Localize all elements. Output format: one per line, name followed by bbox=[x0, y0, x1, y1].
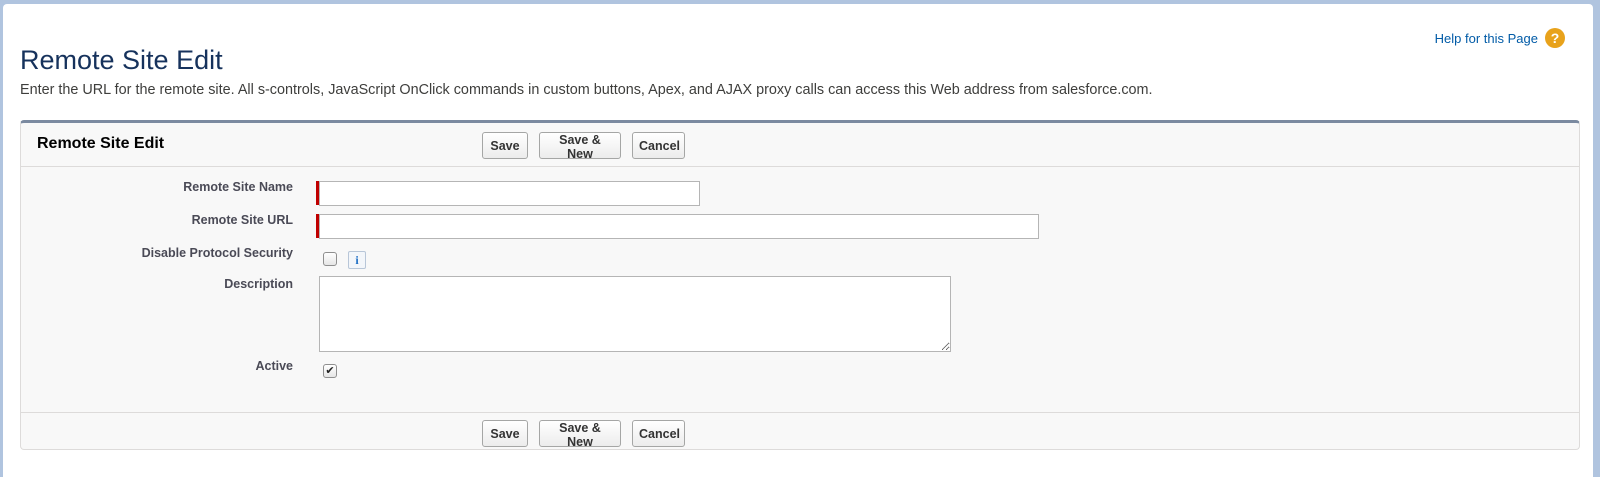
remote-site-name-label: Remote Site Name bbox=[183, 180, 293, 194]
remote-site-url-input[interactable] bbox=[319, 214, 1039, 239]
description-label: Description bbox=[224, 277, 293, 291]
remote-site-url-label: Remote Site URL bbox=[191, 213, 293, 227]
checkmark-icon: ✔ bbox=[325, 364, 335, 377]
cancel-button[interactable]: Cancel bbox=[632, 420, 685, 447]
active-checkbox[interactable]: ✔ bbox=[323, 364, 337, 378]
save-button[interactable]: Save bbox=[482, 420, 528, 447]
remote-site-edit-block: Remote Site Edit Save Save & New Cancel … bbox=[20, 120, 1580, 450]
disable-protocol-security-label: Disable Protocol Security bbox=[141, 246, 293, 260]
intro-text: Enter the URL for the remote site. All s… bbox=[20, 82, 1153, 98]
page: Remote Site Edit Help for this Page ? En… bbox=[3, 4, 1593, 477]
cancel-button[interactable]: Cancel bbox=[632, 132, 685, 159]
disable-protocol-security-checkbox[interactable] bbox=[323, 252, 337, 266]
save-and-new-button[interactable]: Save & New bbox=[539, 420, 621, 449]
block-title: Remote Site Edit bbox=[37, 135, 165, 152]
help-for-this-page-link[interactable]: Help for this Page bbox=[1435, 31, 1538, 46]
question-circle-icon[interactable]: ? bbox=[1545, 28, 1565, 48]
help-link-container[interactable]: Help for this Page ? bbox=[1435, 28, 1565, 48]
save-and-new-button[interactable]: Save & New bbox=[539, 132, 621, 161]
info-icon[interactable]: i bbox=[348, 251, 366, 269]
active-label: Active bbox=[255, 359, 293, 373]
remote-site-name-input[interactable] bbox=[319, 181, 700, 206]
page-title: Remote Site Edit bbox=[20, 45, 223, 76]
block-header: Remote Site Edit Save Save & New Cancel bbox=[21, 123, 1579, 167]
block-footer bbox=[21, 412, 1579, 453]
description-textarea[interactable] bbox=[319, 276, 951, 352]
top-button-group: Save Save & New Cancel bbox=[482, 132, 685, 161]
save-button[interactable]: Save bbox=[482, 132, 528, 159]
bottom-button-group: Save Save & New Cancel bbox=[482, 420, 685, 449]
